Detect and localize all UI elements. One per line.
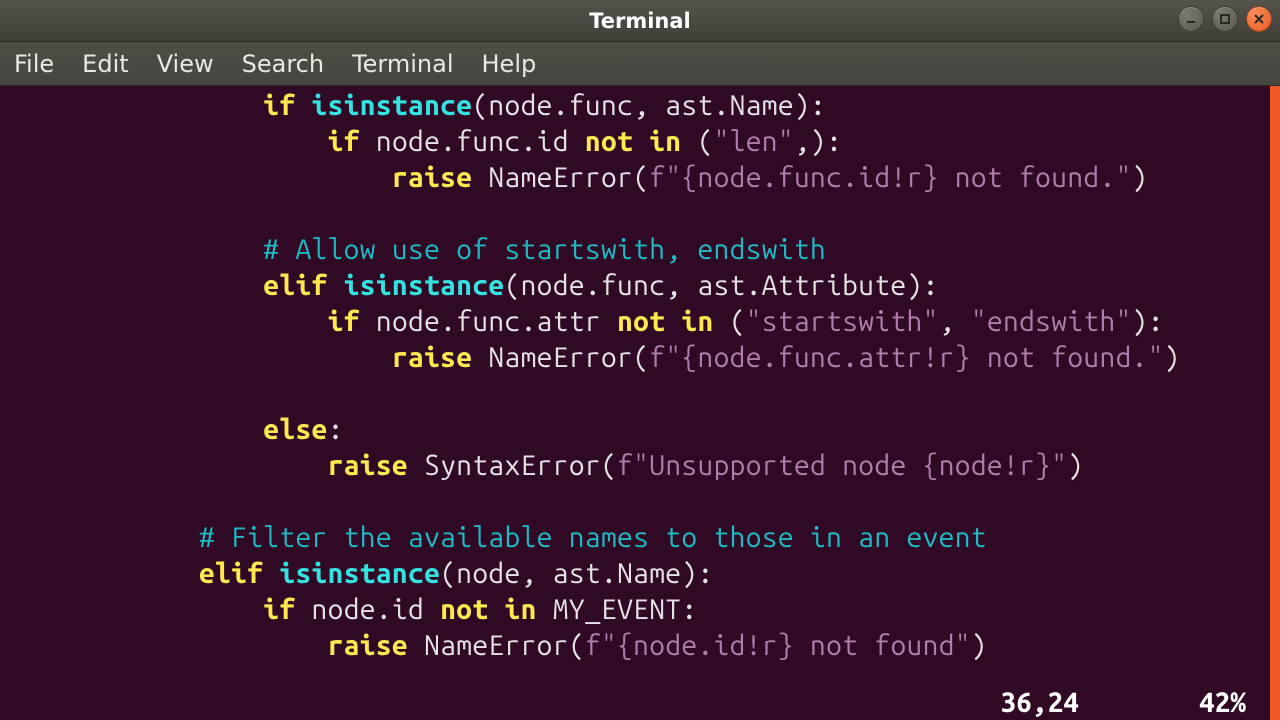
menu-help[interactable]: Help (482, 50, 537, 78)
menu-file[interactable]: File (14, 50, 54, 78)
window-controls (1178, 6, 1272, 32)
close-icon (1252, 12, 1266, 26)
window-title: Terminal (589, 9, 691, 33)
menu-edit[interactable]: Edit (82, 50, 128, 78)
maximize-icon (1218, 12, 1232, 26)
vim-ruler: 36,24 42% (0, 684, 1270, 720)
terminal-area[interactable]: if isinstance(node.func, ast.Name): if n… (0, 86, 1280, 720)
menu-search[interactable]: Search (242, 50, 324, 78)
code-view: if isinstance(node.func, ast.Name): if n… (0, 86, 1270, 720)
cursor-position: 36,24 (1001, 687, 1079, 718)
close-button[interactable] (1246, 6, 1272, 32)
scroll-percent: 42% (1199, 687, 1246, 718)
minimize-button[interactable] (1178, 6, 1204, 32)
menu-terminal[interactable]: Terminal (352, 50, 453, 78)
scrollbar[interactable] (1270, 86, 1280, 720)
titlebar: Terminal (0, 0, 1280, 42)
minimize-icon (1184, 12, 1198, 26)
maximize-button[interactable] (1212, 6, 1238, 32)
menu-view[interactable]: View (157, 50, 214, 78)
menubar: File Edit View Search Terminal Help (0, 42, 1280, 86)
